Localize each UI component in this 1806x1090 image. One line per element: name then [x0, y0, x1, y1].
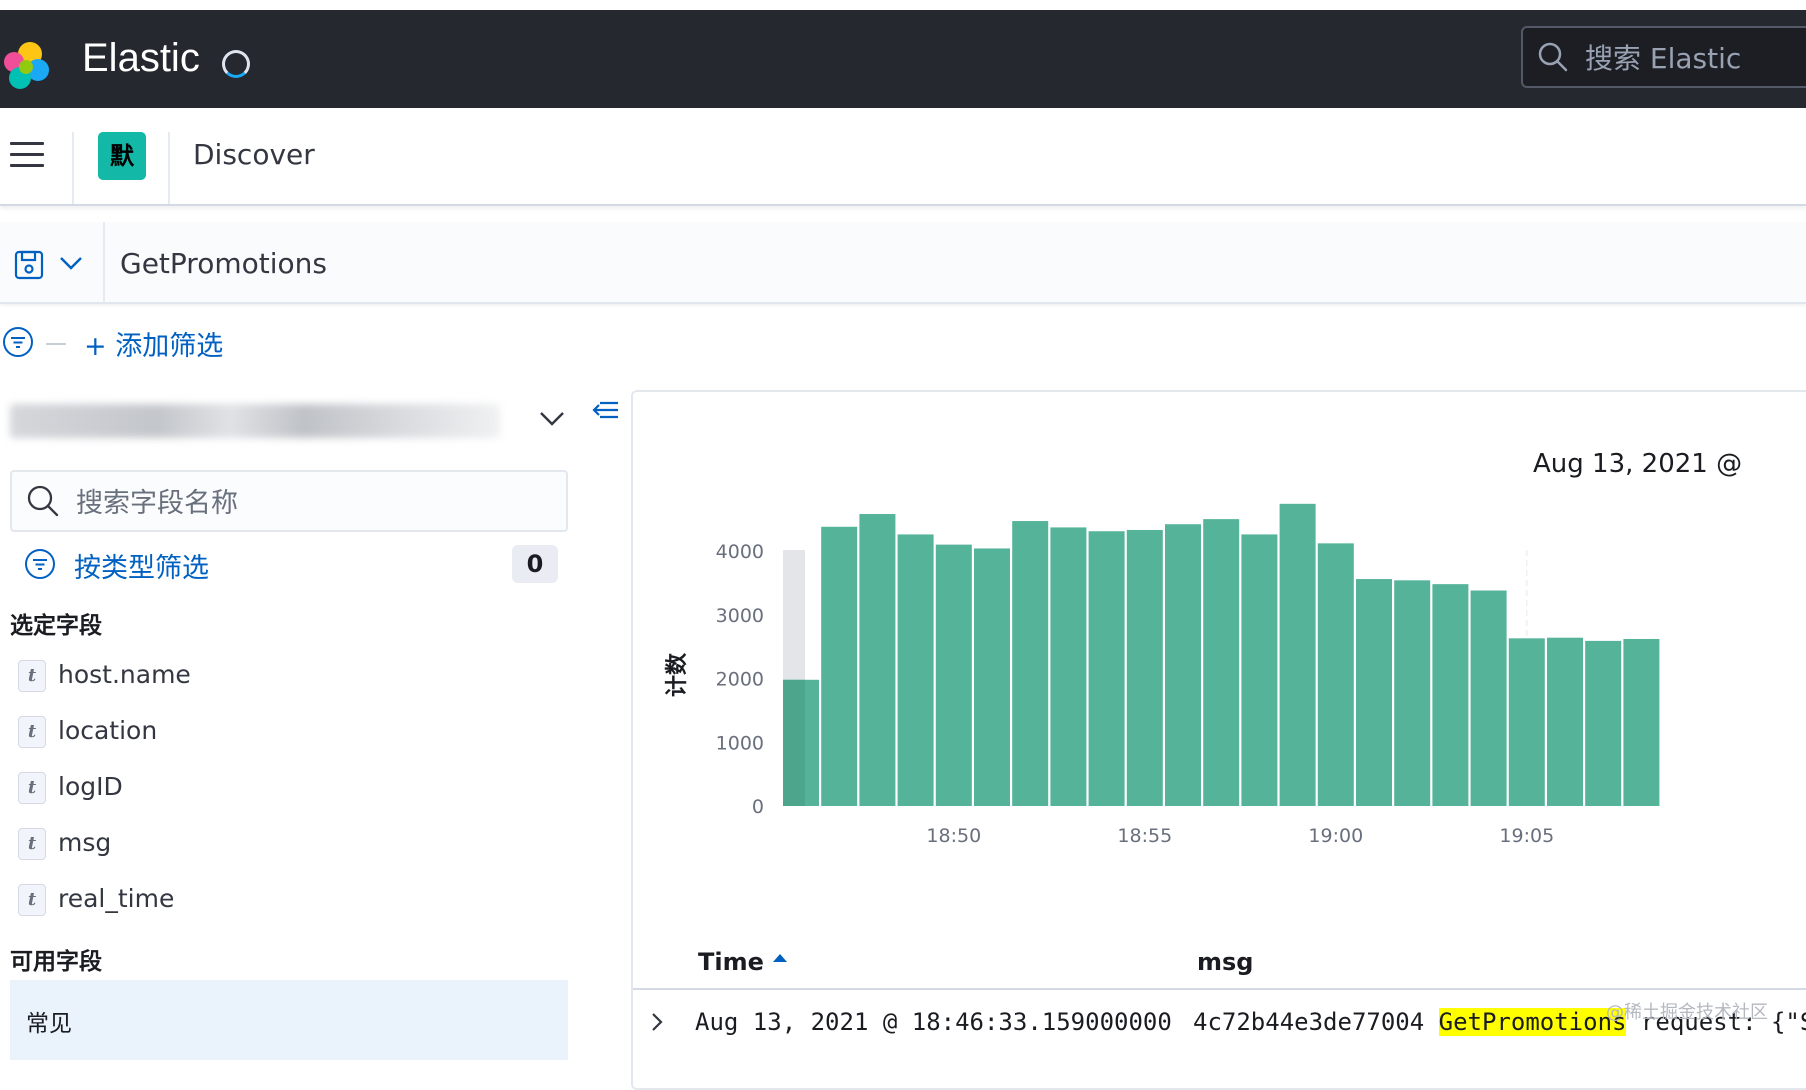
string-type-icon: t	[18, 716, 46, 748]
field-item-logid[interactable]: t logID	[18, 766, 558, 810]
top-strip	[0, 0, 1806, 10]
string-type-icon: t	[18, 772, 46, 804]
chart-bar[interactable]	[1432, 584, 1469, 806]
chart-bar[interactable]	[821, 526, 858, 806]
watermark: @稀土掘金技术社区	[1606, 1002, 1768, 1023]
chevron-down-icon[interactable]	[538, 408, 566, 428]
y-tick-label: 3000	[716, 605, 764, 627]
chart-bar[interactable]	[1585, 640, 1622, 806]
selected-fields-title: 选定字段	[10, 613, 102, 639]
field-item-msg[interactable]: t msg	[18, 822, 558, 866]
filter-by-type-button[interactable]: 按类型筛选	[74, 546, 209, 585]
search-highlight: GetPromotions	[1438, 1008, 1627, 1036]
chart-bar[interactable]	[1165, 524, 1201, 806]
x-tick-label: 19:00	[1308, 825, 1363, 847]
field-search[interactable]	[10, 470, 568, 532]
save-query-icon[interactable]	[14, 250, 44, 280]
chart-bar[interactable]	[1470, 590, 1507, 806]
y-tick-label: 0	[752, 796, 764, 818]
chart-bar[interactable]	[1508, 638, 1545, 806]
chart-bar[interactable]	[1547, 637, 1583, 806]
search-icon	[27, 485, 59, 517]
string-type-icon: t	[18, 884, 46, 916]
string-type-icon: t	[18, 828, 46, 860]
chart-bar[interactable]	[1012, 521, 1049, 806]
column-header-time[interactable]: Time	[698, 948, 788, 976]
field-search-input[interactable]	[74, 484, 548, 522]
filter-divider	[46, 343, 66, 345]
space-avatar[interactable]: 默	[98, 132, 146, 180]
chart-bar[interactable]	[1394, 580, 1431, 806]
field-name: location	[58, 716, 158, 745]
x-tick-label: 18:55	[1117, 825, 1172, 847]
field-item-host-name[interactable]: t host.name	[18, 654, 558, 698]
chart-bar[interactable]	[1203, 519, 1240, 806]
histogram-chart[interactable]: Aug 13, 2021 @ 计数 0 1000 2000 3000 4000 18:50 18…	[631, 390, 1806, 920]
partial-bucket-overlay	[783, 679, 805, 806]
chart-bar[interactable]	[935, 544, 972, 806]
x-tick-label: 18:50	[926, 825, 981, 847]
field-name: host.name	[58, 660, 191, 689]
available-fields-title: 可用字段	[10, 949, 102, 975]
field-item-location[interactable]: t location	[18, 710, 558, 754]
loading-spinner-icon	[222, 50, 250, 78]
menu-toggle-icon[interactable]	[10, 142, 44, 168]
y-tick-label: 2000	[716, 669, 764, 691]
chart-bar[interactable]	[1088, 531, 1125, 806]
query-bar	[0, 222, 1806, 304]
query-input[interactable]	[118, 240, 1022, 286]
search-icon	[1538, 42, 1568, 72]
global-header: Elastic	[0, 10, 1806, 108]
field-name: logID	[58, 772, 123, 801]
chevron-down-icon[interactable]	[58, 254, 84, 272]
divider	[168, 132, 170, 204]
global-search[interactable]	[1521, 26, 1806, 88]
redacted-index-pattern	[10, 404, 500, 438]
chart-bar[interactable]	[1317, 543, 1354, 806]
y-tick-label: 4000	[716, 541, 764, 563]
chart-bar[interactable]	[1356, 579, 1392, 806]
x-tick-label: 19:05	[1499, 825, 1554, 847]
common-fields-group[interactable]: 常见	[10, 980, 568, 1060]
type-filter-count-badge: 0	[512, 545, 558, 583]
chart-bar[interactable]	[859, 514, 896, 806]
global-search-input[interactable]	[1583, 38, 1806, 78]
column-header-msg[interactable]: msg	[1197, 948, 1253, 976]
chart-bar[interactable]	[1126, 529, 1163, 806]
msg-prefix: 4c72b44e3de77004	[1193, 1008, 1439, 1036]
string-type-icon: t	[18, 660, 46, 692]
chevron-right-icon[interactable]	[648, 1010, 666, 1034]
field-item-real-time[interactable]: t real_time	[18, 878, 558, 922]
chart-bar[interactable]	[1241, 534, 1278, 806]
y-axis-label: 计数	[664, 652, 690, 697]
filter-icon[interactable]	[2, 326, 34, 358]
common-fields-label: 常见	[26, 1011, 72, 1037]
chart-bar[interactable]	[1279, 503, 1316, 806]
collapse-sidebar-icon[interactable]	[590, 396, 620, 424]
index-pattern-selector[interactable]	[10, 398, 500, 442]
y-tick-label: 1000	[716, 732, 764, 754]
add-filter-button[interactable]: + 添加筛选	[84, 324, 223, 363]
field-name: msg	[58, 828, 112, 857]
chart-title: Aug 13, 2021 @	[1533, 449, 1742, 479]
app-name[interactable]: Elastic	[82, 36, 200, 81]
breadcrumb-discover: Discover	[193, 138, 315, 171]
elastic-logo-icon[interactable]	[0, 40, 52, 92]
table-cell-time: Aug 13, 2021 @ 18:46:33.159000000	[695, 1008, 1172, 1036]
chart-bar[interactable]	[1623, 638, 1660, 806]
field-name: real_time	[58, 884, 175, 913]
filter-by-type-icon[interactable]	[24, 548, 56, 580]
divider	[103, 222, 105, 302]
table-header-divider	[633, 988, 1806, 990]
chart-bar[interactable]	[974, 548, 1010, 806]
chart-bar[interactable]	[897, 534, 934, 806]
breadcrumb-bar: 默 Discover	[0, 108, 1806, 206]
column-header-time-label: Time	[698, 948, 764, 976]
sort-ascending-icon[interactable]	[772, 952, 788, 966]
divider	[72, 132, 74, 204]
chart-bar[interactable]	[1050, 527, 1087, 806]
